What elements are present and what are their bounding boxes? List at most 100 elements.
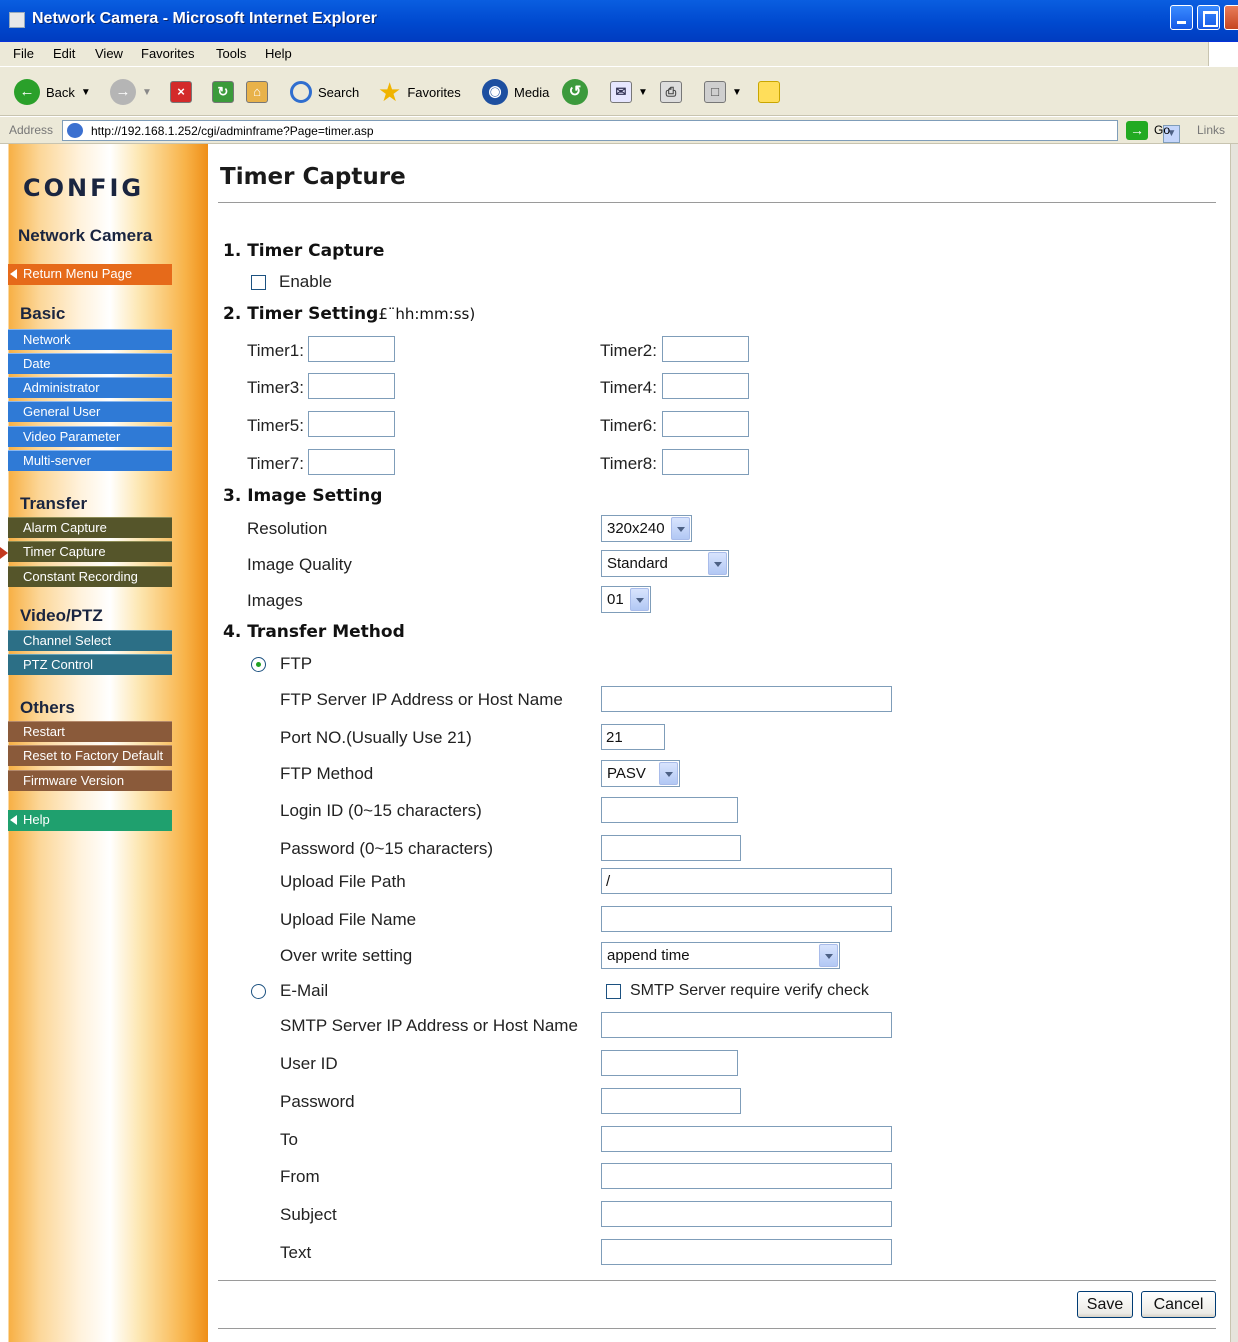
images-value: 01 bbox=[607, 591, 624, 608]
enable-label: Enable bbox=[279, 272, 332, 291]
sidebar-item-timer-capture[interactable]: Timer Capture bbox=[8, 541, 172, 562]
timer6-input[interactable] bbox=[662, 411, 749, 437]
resolution-label: Resolution bbox=[247, 519, 328, 538]
images-select[interactable]: 01 bbox=[601, 586, 651, 613]
timer3-input[interactable] bbox=[308, 373, 395, 399]
subject-input[interactable] bbox=[601, 1201, 892, 1227]
links-button[interactable]: Links bbox=[1197, 123, 1225, 137]
cancel-button[interactable]: Cancel bbox=[1141, 1291, 1216, 1318]
current-page-arrow-icon bbox=[0, 547, 8, 559]
menu-favorites[interactable]: Favorites bbox=[141, 46, 194, 61]
timer1-input[interactable] bbox=[308, 336, 395, 362]
sidebar-item-constant-recording[interactable]: Constant Recording bbox=[8, 566, 172, 587]
sidebar-item-administrator[interactable]: Administrator bbox=[8, 377, 172, 398]
timer4-input[interactable] bbox=[662, 373, 749, 399]
sidebar-item-general-user[interactable]: General User bbox=[8, 401, 172, 422]
email-radio[interactable] bbox=[251, 984, 266, 999]
forward-button[interactable]: → ▼ bbox=[110, 67, 152, 117]
refresh-button[interactable]: ↻ bbox=[212, 67, 234, 117]
edit-button[interactable]: □ ▼ bbox=[704, 67, 742, 117]
ftp-method-select[interactable]: PASV bbox=[601, 760, 680, 787]
mail-dropdown-icon: ▼ bbox=[638, 86, 648, 98]
help-link[interactable]: Help bbox=[8, 810, 172, 831]
text-input[interactable] bbox=[601, 1239, 892, 1265]
refresh-icon: ↻ bbox=[212, 81, 234, 103]
timer2-input[interactable] bbox=[662, 336, 749, 362]
timer8-label: Timer8: bbox=[600, 454, 657, 473]
menu-tools[interactable]: Tools bbox=[216, 46, 246, 61]
maximize-button[interactable] bbox=[1197, 5, 1220, 30]
favorites-button[interactable]: ★ Favorites bbox=[378, 67, 461, 117]
enable-checkbox[interactable] bbox=[251, 275, 266, 290]
sidebar-item-firmware-version[interactable]: Firmware Version bbox=[8, 770, 172, 791]
sidebar-item-ptz-control[interactable]: PTZ Control bbox=[8, 654, 172, 675]
close-button[interactable] bbox=[1224, 5, 1238, 30]
ftp-server-input[interactable] bbox=[601, 686, 892, 712]
stop-button[interactable]: × bbox=[170, 67, 192, 117]
to-input[interactable] bbox=[601, 1126, 892, 1152]
port-input[interactable] bbox=[601, 724, 665, 750]
menu-view[interactable]: View bbox=[95, 46, 123, 61]
history-button[interactable]: ↺ bbox=[562, 67, 588, 117]
sidebar-item-channel-select[interactable]: Channel Select bbox=[8, 630, 172, 651]
sidebar-item-restart[interactable]: Restart bbox=[8, 721, 172, 742]
upload-file-name-input[interactable] bbox=[601, 906, 892, 932]
config-sidebar: CONFIG Network Camera Return Menu Page B… bbox=[0, 144, 208, 1342]
resolution-select[interactable]: 320x240 bbox=[601, 515, 692, 542]
sidebar-item-alarm-capture[interactable]: Alarm Capture bbox=[8, 517, 172, 538]
email-password-input[interactable] bbox=[601, 1088, 741, 1114]
sidebar-item-network[interactable]: Network bbox=[8, 329, 172, 350]
timer5-input[interactable] bbox=[308, 411, 395, 437]
save-button[interactable]: Save bbox=[1077, 1291, 1133, 1318]
resolution-value: 320x240 bbox=[607, 520, 665, 537]
login-id-input[interactable] bbox=[601, 797, 738, 823]
smtp-verify-checkbox[interactable] bbox=[606, 984, 621, 999]
sidebar-item-reset-factory-default[interactable]: Reset to Factory Default bbox=[8, 745, 172, 766]
section-transfer-method: 4. Transfer Method bbox=[223, 622, 405, 642]
messenger-button[interactable] bbox=[758, 67, 780, 117]
image-quality-select[interactable]: Standard bbox=[601, 550, 729, 577]
overwrite-select[interactable]: append time bbox=[601, 942, 840, 969]
menu-help[interactable]: Help bbox=[265, 46, 292, 61]
ie-page-icon bbox=[9, 12, 25, 28]
config-logo: CONFIG bbox=[23, 174, 145, 202]
home-button[interactable]: ⌂ bbox=[246, 67, 268, 117]
from-label: From bbox=[280, 1167, 320, 1186]
sidebar-item-multi-server[interactable]: Multi-server bbox=[8, 450, 172, 471]
return-menu-page-link[interactable]: Return Menu Page bbox=[8, 264, 172, 285]
timer8-input[interactable] bbox=[662, 449, 749, 475]
ftp-label: FTP bbox=[280, 654, 313, 673]
smtp-server-input[interactable] bbox=[601, 1012, 892, 1038]
from-input[interactable] bbox=[601, 1163, 892, 1189]
address-bar: Address http://192.168.1.252/cgi/adminfr… bbox=[0, 117, 1238, 144]
ftp-password-input[interactable] bbox=[601, 835, 741, 861]
mail-icon: ✉ bbox=[610, 81, 632, 103]
divider-bottom bbox=[218, 1280, 1216, 1281]
menu-file[interactable]: File bbox=[13, 46, 34, 61]
mail-button[interactable]: ✉ ▼ bbox=[610, 67, 648, 117]
address-input[interactable]: http://192.168.1.252/cgi/adminframe?Page… bbox=[62, 120, 1180, 143]
chevron-down-icon bbox=[671, 517, 690, 540]
media-button[interactable]: ◉ Media bbox=[482, 67, 549, 117]
go-arrow-icon[interactable]: → bbox=[1126, 121, 1148, 140]
minimize-button[interactable] bbox=[1170, 5, 1193, 30]
go-button[interactable]: Go bbox=[1154, 123, 1170, 137]
ftp-server-label: FTP Server IP Address or Host Name bbox=[280, 690, 563, 709]
to-label: To bbox=[280, 1130, 298, 1149]
title-bar: Network Camera - Microsoft Internet Expl… bbox=[0, 0, 1238, 42]
menu-edit[interactable]: Edit bbox=[53, 46, 75, 61]
user-id-input[interactable] bbox=[601, 1050, 738, 1076]
print-button[interactable]: ⎙ bbox=[660, 67, 682, 117]
search-label: Search bbox=[318, 84, 360, 100]
sidebar-item-video-parameter[interactable]: Video Parameter bbox=[8, 426, 172, 447]
upload-path-input[interactable] bbox=[601, 868, 892, 894]
address-label: Address bbox=[9, 123, 54, 137]
back-button[interactable]: ← Back ▼ bbox=[14, 67, 91, 117]
timer7-input[interactable] bbox=[308, 449, 395, 475]
vertical-scrollbar[interactable] bbox=[1230, 144, 1238, 1342]
search-button[interactable]: Search bbox=[290, 67, 359, 117]
product-name: Network Camera bbox=[18, 226, 153, 245]
ftp-radio[interactable] bbox=[251, 657, 266, 672]
timer2-label: Timer2: bbox=[600, 341, 657, 360]
sidebar-item-date[interactable]: Date bbox=[8, 353, 172, 374]
